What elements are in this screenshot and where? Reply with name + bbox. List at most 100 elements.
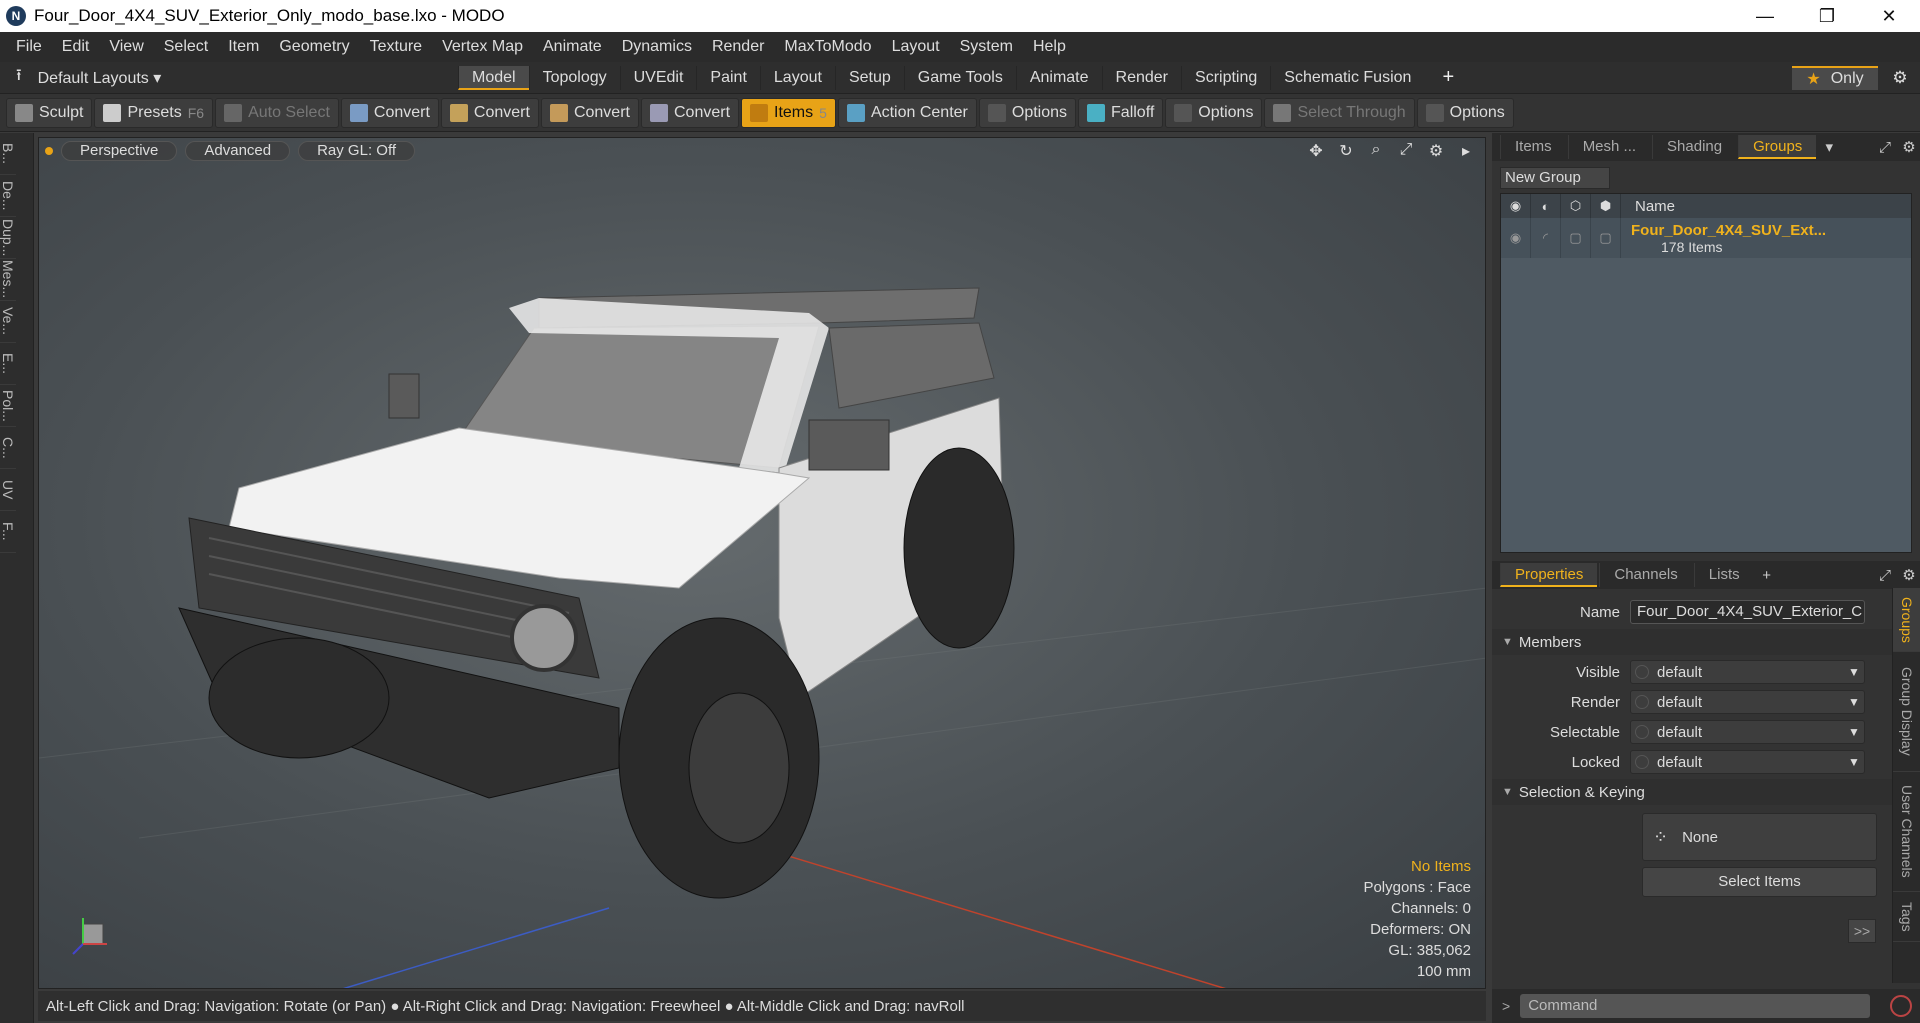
menu-animate[interactable]: Animate [533,38,612,56]
panel-settings-icon[interactable]: ⚙ [1898,566,1920,584]
left-tab-uv[interactable]: UV [0,469,16,511]
left-tab-mes[interactable]: Mes... [0,259,16,301]
lock-toggle-icon[interactable]: ▢ [1591,218,1621,258]
tab-shading[interactable]: Shading [1652,135,1736,159]
left-tab-dup[interactable]: Dup... [0,217,16,259]
tab-schematic-fusion[interactable]: Schematic Fusion [1270,65,1424,90]
tab-layout[interactable]: Layout [759,65,835,90]
vtab-groups[interactable]: Groups [1893,588,1920,652]
vtab-tags[interactable]: Tags [1893,892,1920,942]
tab-animate[interactable]: Animate [1015,65,1102,90]
left-tab-ve[interactable]: Ve... [0,301,16,343]
tab-mesh[interactable]: Mesh ... [1567,135,1650,159]
close-button[interactable]: ✕ [1858,0,1920,32]
locked-select[interactable]: default ▼ [1630,750,1865,774]
selectable-select[interactable]: default ▼ [1630,720,1865,744]
select-items-button[interactable]: Select Items [1642,867,1877,897]
tab-model[interactable]: Model [458,65,529,90]
tab-setup[interactable]: Setup [834,65,904,90]
visible-select[interactable]: default ▼ [1630,660,1865,684]
tab-groups[interactable]: Groups [1738,135,1817,159]
select-through-button[interactable]: Select Through [1264,97,1415,128]
menu-layout[interactable]: Layout [882,38,950,56]
convert-button[interactable]: Convert [440,97,539,128]
pan-icon[interactable]: ✥ [1305,141,1327,161]
expand-panel-icon[interactable]: ⤢ [1874,139,1896,156]
menu-render[interactable]: Render [702,38,774,56]
3d-viewport[interactable]: Perspective Advanced Ray GL: Off ✥ ↻ ⌕ ⤢… [38,137,1486,989]
members-section[interactable]: ▼ Members [1492,629,1920,655]
presets-button[interactable]: Presets F6 [94,97,214,128]
render-toggle-icon[interactable]: ◜ [1531,218,1561,258]
menu-vertex-map[interactable]: Vertex Map [432,38,533,56]
maximize-button[interactable]: ❐ [1796,0,1858,32]
action-center-button[interactable]: Action Center [837,97,977,128]
menu-texture[interactable]: Texture [360,38,432,56]
menu-view[interactable]: View [99,38,153,56]
sculpt-button[interactable]: Sculpt [6,97,93,128]
gear-icon[interactable]: ⚙ [1890,68,1910,88]
tab-paint[interactable]: Paint [696,65,759,90]
left-tab-de[interactable]: De... [0,175,16,217]
menu-item[interactable]: Item [218,38,269,56]
tab-scripting[interactable]: Scripting [1181,65,1270,90]
menu-system[interactable]: System [950,38,1023,56]
items-button[interactable]: Items 5 [741,97,836,128]
select-toggle-icon[interactable]: ▢ [1561,218,1591,258]
options-button[interactable]: Options [1165,97,1263,128]
convert-button[interactable]: Convert [340,97,439,128]
command-input[interactable]: Command [1520,994,1870,1018]
tab-lists[interactable]: Lists [1693,563,1754,587]
render-select[interactable]: default ▼ [1630,690,1865,714]
menu-maxtomodo[interactable]: MaxToModo [774,38,881,56]
selection-keying-section[interactable]: ▼ Selection & Keying [1492,779,1920,805]
tab-channels[interactable]: Channels [1599,563,1691,587]
options-button[interactable]: Options [1416,97,1514,128]
menu-help[interactable]: Help [1023,38,1076,56]
options-button[interactable]: Options [978,97,1077,128]
left-tab-b[interactable]: B... [0,133,16,175]
menu-geometry[interactable]: Geometry [269,38,359,56]
new-group-button[interactable]: New Group [1500,167,1610,189]
convert-button[interactable]: Convert [640,97,740,128]
viewport-settings-icon[interactable]: ⚙ [1425,141,1447,161]
menu-select[interactable]: Select [154,38,218,56]
rotate-icon[interactable]: ↻ [1335,141,1357,161]
perspective-button[interactable]: Perspective [61,141,178,161]
chevron-down-icon[interactable]: ▾ [1818,138,1840,156]
tab-uvedit[interactable]: UVEdit [619,65,697,90]
list-item[interactable]: ◉ ◜ ▢ ▢ Four_Door_4X4_SUV_Ext... 178 Ite… [1501,218,1911,258]
tab-items[interactable]: Items [1500,135,1566,159]
record-icon[interactable] [1890,995,1912,1017]
only-toggle[interactable]: ★ Only [1792,65,1878,90]
keying-none-button[interactable]: ⁘ None [1642,813,1877,861]
advanced-button[interactable]: Advanced [185,141,291,161]
tab-topology[interactable]: Topology [528,65,620,90]
zoom-icon[interactable]: ⌕ [1365,141,1387,161]
left-tab-pol[interactable]: Pol... [0,385,16,427]
left-tab-e[interactable]: E... [0,343,16,385]
menu-dynamics[interactable]: Dynamics [612,38,702,56]
maximize-viewport-icon[interactable]: ⤢ [1395,141,1417,161]
viewport-expand-icon[interactable]: ▸ [1455,141,1477,161]
add-tab-icon[interactable]: + [1442,66,1454,89]
name-field[interactable]: Four_Door_4X4_SUV_Exterior_C [1630,600,1865,624]
left-tab-f[interactable]: F... [0,511,16,553]
left-tab-c[interactable]: C... [0,427,16,469]
add-tab-icon[interactable]: + [1756,567,1778,584]
falloff-button[interactable]: Falloff [1078,97,1164,128]
vtab-user-channels[interactable]: User Channels [1893,772,1920,892]
tab-properties[interactable]: Properties [1500,563,1598,587]
default-layouts-dropdown[interactable]: ⭱ Default Layouts ▾ [0,64,230,91]
vtab-group-display[interactable]: Group Display [1893,652,1920,772]
panel-settings-icon[interactable]: ⚙ [1898,138,1920,156]
minimize-button[interactable]: — [1734,0,1796,32]
tab-render[interactable]: Render [1101,65,1181,90]
ray-gl-button[interactable]: Ray GL: Off [298,141,416,161]
auto-select-button[interactable]: Auto Select [215,97,339,128]
menu-edit[interactable]: Edit [52,38,100,56]
eye-icon[interactable]: ◉ [1501,218,1531,258]
expand-button[interactable]: >> [1848,919,1876,943]
menu-file[interactable]: File [6,38,52,56]
expand-panel-icon[interactable]: ⤢ [1874,567,1896,584]
